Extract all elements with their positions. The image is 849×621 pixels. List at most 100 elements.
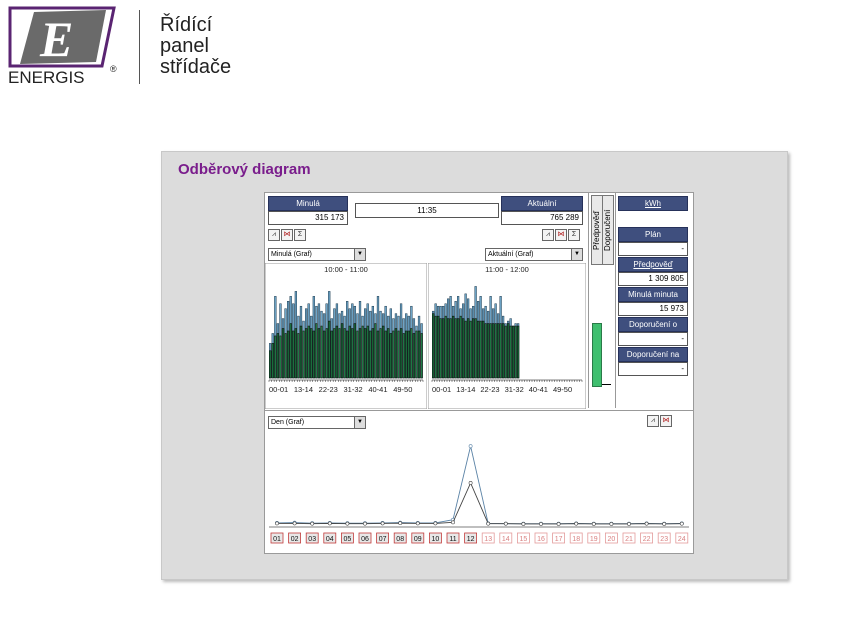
side-item-plan: Plán - xyxy=(618,227,688,256)
bar xyxy=(289,323,292,379)
sum-icon[interactable]: Σ xyxy=(294,229,306,241)
bar xyxy=(447,318,450,379)
day-point xyxy=(433,521,438,526)
bar xyxy=(452,315,455,379)
tab-recommendation[interactable]: Doporučení xyxy=(602,195,614,265)
bar xyxy=(405,330,408,379)
chart-line-icon[interactable]: ⋈ xyxy=(555,229,567,241)
side-item-value: - xyxy=(618,332,688,346)
bar xyxy=(379,328,382,379)
sum-icon[interactable]: Σ xyxy=(568,229,580,241)
bar xyxy=(512,325,515,379)
bar xyxy=(507,323,510,379)
previous-value: 315 173 xyxy=(268,211,348,225)
bar xyxy=(449,318,452,379)
bar xyxy=(410,328,413,379)
bar xyxy=(442,318,445,379)
consumption-gauge-fill xyxy=(592,323,602,387)
x-tick-label: 49-50 xyxy=(393,385,412,394)
hour-label: 10 xyxy=(432,536,440,543)
x-tick-label: 40-41 xyxy=(529,385,548,394)
bar xyxy=(317,328,321,379)
app-title-line: panel xyxy=(160,35,209,57)
day-point xyxy=(574,521,579,526)
bar xyxy=(351,328,354,379)
hour-label: 20 xyxy=(608,536,616,543)
hour-label: 09 xyxy=(414,536,422,543)
hour-label: 06 xyxy=(361,536,369,543)
chart-bar-icon[interactable]: ⩘ xyxy=(268,229,280,241)
side-item-label: Doporučení o xyxy=(618,317,688,332)
hour-label: 13 xyxy=(484,536,492,543)
energis-logo-mark: E ENERGIS ® xyxy=(8,6,117,87)
bar xyxy=(343,328,346,379)
hour-label: 07 xyxy=(379,536,387,543)
bar xyxy=(340,323,344,379)
day-point xyxy=(345,521,350,526)
side-item-label: Minulá minuta xyxy=(618,287,688,302)
day-point xyxy=(591,522,596,526)
previous-header: Minulá xyxy=(268,196,348,211)
bar xyxy=(348,325,351,379)
registered-mark: ® xyxy=(110,64,117,74)
current-chart-select[interactable]: Aktuální (Graf) ▼ xyxy=(485,248,583,261)
bar xyxy=(297,333,300,379)
chevron-down-icon: ▼ xyxy=(571,249,582,260)
day-point xyxy=(627,522,631,526)
side-item-recommend-to: Doporučení na - xyxy=(618,347,688,376)
hour-label: 16 xyxy=(537,536,545,543)
day-point xyxy=(310,521,315,526)
bar xyxy=(284,333,287,379)
bar xyxy=(384,330,387,379)
bar xyxy=(504,325,507,379)
bar xyxy=(439,318,442,379)
hour-label: 03 xyxy=(308,536,316,543)
bar xyxy=(420,333,423,379)
side-item-recommend-by: Doporučení o - xyxy=(618,317,688,346)
previous-chart-select[interactable]: Minulá (Graf) ▼ xyxy=(268,248,366,261)
bar xyxy=(462,318,465,379)
hour-label: 12 xyxy=(467,536,475,543)
bar xyxy=(477,320,480,379)
x-tick-label: 22-23 xyxy=(319,385,338,394)
brand-name: ENERGIS xyxy=(8,68,85,87)
hour-label: 08 xyxy=(396,536,404,543)
side-item-label[interactable]: Předpověď xyxy=(618,257,688,272)
hour-label: 15 xyxy=(520,536,528,543)
chart-line-icon[interactable]: ⋈ xyxy=(281,229,293,241)
x-tick-label: 00-01 xyxy=(269,385,288,394)
hour-label: 04 xyxy=(326,536,334,543)
bar xyxy=(494,323,497,379)
previous-chart-select-value: Minulá (Graf) xyxy=(271,251,312,258)
bar xyxy=(376,330,380,379)
bar xyxy=(389,333,392,379)
bar xyxy=(402,333,405,379)
unit-label[interactable]: kWh xyxy=(618,196,688,211)
bar xyxy=(497,323,500,379)
bar xyxy=(346,330,349,379)
bar xyxy=(432,313,435,379)
bar xyxy=(454,318,457,379)
x-tick-label: 22-23 xyxy=(480,385,499,394)
bar xyxy=(325,328,328,379)
bar xyxy=(459,315,462,379)
previous-range: 10:00 - 11:00 xyxy=(324,265,368,274)
bar xyxy=(274,335,277,379)
current-bar-chart-svg: 11:00 - 12:00 00-01 13-14 22-23 31-32 40-41 4… xyxy=(427,262,587,410)
hour-label: 19 xyxy=(590,536,598,543)
bar xyxy=(499,323,502,379)
bar xyxy=(399,328,403,379)
forecast-gauge-column: Předpověď Doporučení xyxy=(588,193,616,408)
chart-bar-icon[interactable]: ⩘ xyxy=(542,229,554,241)
day-point xyxy=(327,521,332,526)
bar xyxy=(302,330,305,379)
current-range: 11:00 - 12:00 xyxy=(485,265,529,274)
day-point xyxy=(275,521,279,526)
day-point xyxy=(486,521,491,526)
x-tick-label: 31-32 xyxy=(344,385,363,394)
current-time: 11:35 xyxy=(355,203,499,218)
hour-label: 14 xyxy=(502,536,510,543)
hour-label: 01 xyxy=(273,536,281,543)
bar xyxy=(374,323,377,379)
side-item-label: Doporučení na xyxy=(618,347,688,362)
